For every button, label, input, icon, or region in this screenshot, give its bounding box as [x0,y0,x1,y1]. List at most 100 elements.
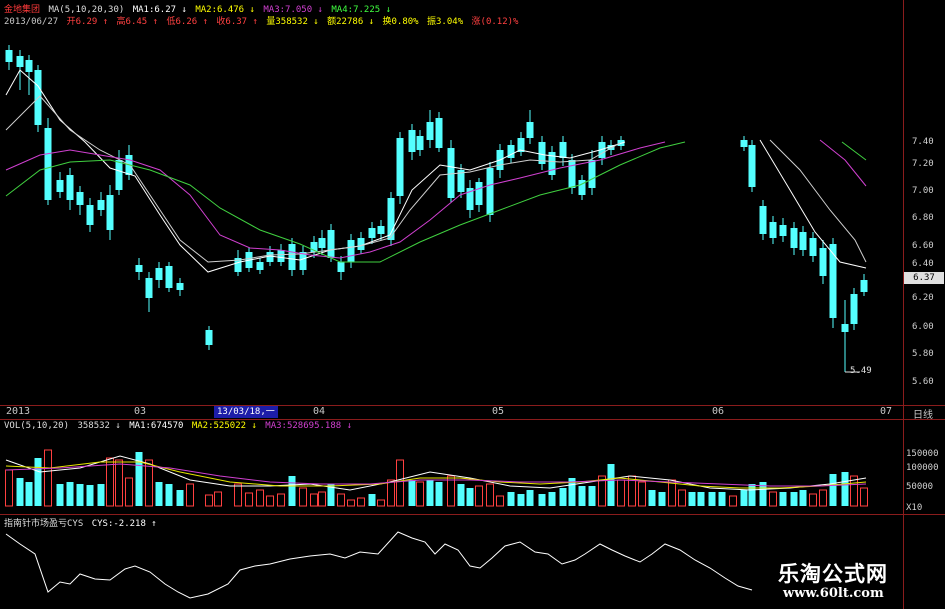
candle-body [475,182,483,205]
volume-bar [799,490,807,506]
candle-body [97,200,105,210]
volume-bar [740,490,748,506]
candle-body [44,128,52,200]
candlestick-chart[interactable] [0,0,903,405]
candle-body [809,238,817,256]
ma3-line-recent [819,139,867,187]
volume-bar [76,484,84,506]
candle-body [426,122,434,140]
date-tick: 07 [880,406,893,417]
candle-body [5,50,13,62]
volume-bar [44,449,52,507]
watermark-url: www.60lt.com [783,586,884,601]
volume-tick: X10 [906,503,923,513]
candle-body [588,160,596,188]
volume-bar [214,491,222,507]
volume-bar [186,483,194,507]
candle-body [165,266,173,288]
volume-bar [86,485,94,506]
volume-bar [368,494,376,506]
price-tick: 6.20 [912,293,934,303]
ma4-line-recent [841,141,867,161]
volume-bar [435,482,443,506]
cys-indicator-chart[interactable] [0,514,903,609]
volume-bar [729,495,737,507]
low-marker-label: 5.49 [850,366,872,376]
volume-bar [648,490,656,506]
candle-body [779,225,787,236]
volume-bar [155,482,163,506]
candle-body [841,324,849,332]
volume-bar [607,464,615,506]
volume-bar [387,479,395,507]
candle-body [256,262,264,270]
candle-body [277,250,285,262]
candle-body [318,238,326,248]
volume-tick: 150000 [906,449,939,459]
ma2-line-recent [769,139,867,263]
candle-body [819,248,827,276]
volume-bar [125,477,133,507]
volume-bar [357,497,365,507]
volume-bar [318,491,326,507]
candle-body [416,136,424,150]
ma1-line [5,69,626,273]
volume-bar [457,484,465,506]
volume-bar [115,459,123,507]
candle-body [368,228,376,238]
volume-bar [277,493,285,507]
volume-bar [819,489,827,507]
candle-body [486,168,494,215]
volume-bar [559,488,567,506]
volume-bar [475,485,483,507]
right-axis-line [903,0,904,609]
candle-body [740,140,748,147]
volume-bar [299,487,307,507]
volume-bar [790,492,798,506]
volume-tick: 100000 [906,463,939,473]
volume-bar [748,484,756,506]
volume-bar [658,492,666,506]
volume-chart[interactable] [0,420,903,510]
watermark-logo: 乐淘公式网 [778,562,888,586]
candle-body [860,280,868,292]
volume-bar [678,489,686,507]
volume-bar [697,492,705,506]
price-tick: 6.40 [912,259,934,269]
price-tick: 6.60 [912,241,934,251]
volume-bar [66,482,74,506]
volume-bar [526,490,534,506]
candle-body [135,265,143,272]
volume-bar [347,499,355,507]
current-price-tag: 6.37 [904,272,944,284]
volume-bar [256,489,264,507]
candle-body [155,268,163,280]
candle-body [447,148,455,198]
volume-bar [486,483,494,507]
volume-bar [578,486,586,506]
volume-bar [769,491,777,507]
candle-body [829,244,837,318]
volume-bar [337,493,345,507]
volume-bar [809,493,817,507]
candle-body [106,195,114,230]
volume-bar [245,492,253,507]
volume-bar [507,492,515,506]
price-panel[interactable]: 金地集团 MA(5,10,20,30) MA1:6.27 ↓ MA2:6.476… [0,0,945,405]
volume-bar [860,487,868,507]
price-tick: 7.20 [912,159,934,169]
volume-bar [688,492,696,506]
volume-bar [548,492,556,506]
volume-bar [538,494,546,506]
date-tick: 04 [313,406,326,417]
candle-body [799,232,807,250]
candle-body [266,252,274,262]
volume-bar [205,494,213,507]
candle-body [759,206,767,234]
date-tick: 06 [712,406,725,417]
candle-body [25,60,33,72]
candle-body [288,244,296,270]
candle-body [66,175,74,200]
candle-body [76,192,84,205]
date-tick: 05 [492,406,505,417]
